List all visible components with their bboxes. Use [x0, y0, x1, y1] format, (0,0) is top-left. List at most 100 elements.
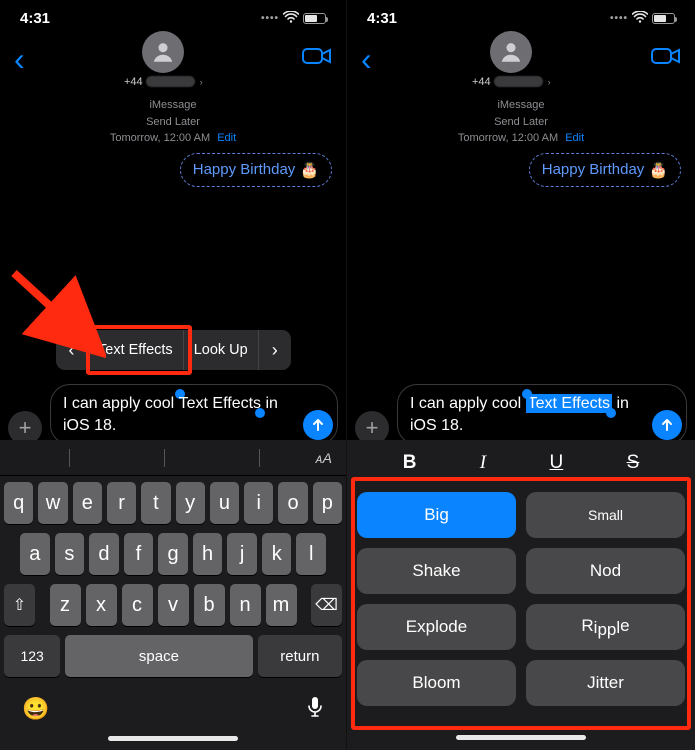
screenshot-left: 4:31 •••• ‹ +44 xxxxx ›	[0, 0, 347, 750]
key-a[interactable]: a	[20, 533, 50, 575]
key-s[interactable]: s	[55, 533, 85, 575]
key-h[interactable]: h	[193, 533, 223, 575]
compose-input[interactable]: I can apply cool Text Effects in iOS 18.	[50, 384, 338, 445]
key-d[interactable]: d	[89, 533, 119, 575]
key-t[interactable]: t	[141, 482, 170, 524]
screenshot-right: 4:31 •••• ‹ +44 xxxxx ›	[347, 0, 695, 750]
key-y[interactable]: y	[176, 482, 205, 524]
key-f[interactable]: f	[124, 533, 154, 575]
compose-selection: Text Effects	[526, 394, 612, 413]
nav-bar: ‹ +44 xxxxx ›	[347, 29, 695, 83]
meta-service: iMessage	[347, 97, 695, 114]
send-button[interactable]	[303, 410, 333, 440]
status-bar: 4:31 ••••	[347, 0, 695, 29]
contact-redacted: xxxxx	[494, 76, 543, 87]
cake-emoji-icon: 🎂	[649, 161, 668, 179]
key-i[interactable]: i	[244, 482, 273, 524]
contact-redacted: xxxxx	[146, 76, 195, 87]
facetime-button[interactable]	[302, 45, 332, 73]
chevron-right-icon: ›	[200, 77, 203, 87]
battery-icon	[652, 13, 675, 24]
mic-key[interactable]	[306, 696, 324, 724]
key-e[interactable]: e	[73, 482, 102, 524]
meta-when-time: 12:00 AM	[512, 132, 558, 144]
bold-button[interactable]: B	[403, 452, 417, 474]
keyboard-candidate-bar: ᴀA	[0, 440, 346, 476]
key-k[interactable]: k	[262, 533, 292, 575]
meta-edit-link[interactable]: Edit	[217, 132, 236, 144]
shift-key[interactable]: ⇧	[4, 584, 35, 626]
key-r[interactable]: r	[107, 482, 136, 524]
home-indicator[interactable]	[108, 736, 238, 741]
scheduled-bubble[interactable]: Happy Birthday 🎂	[529, 153, 681, 187]
key-m[interactable]: m	[266, 584, 297, 626]
contact-header[interactable]: +44 xxxxx ›	[25, 31, 302, 88]
battery-icon	[303, 13, 326, 24]
key-j[interactable]: j	[227, 533, 257, 575]
key-l[interactable]: l	[296, 533, 326, 575]
key-u[interactable]: u	[210, 482, 239, 524]
kbd-row-3: ⇧ zxcvbnm ⌫	[4, 584, 342, 626]
kbd-row-2: asdfghjkl	[4, 533, 342, 575]
contact-prefix: +44	[472, 76, 491, 88]
strike-button[interactable]: S	[627, 452, 640, 474]
cell-dots-icon: ••••	[610, 13, 628, 24]
nav-bar: ‹ +44 xxxxx ›	[0, 29, 346, 83]
compose-input[interactable]: I can apply cool Text Effects in iOS 18.	[397, 384, 687, 445]
back-button[interactable]: ‹	[361, 43, 372, 75]
home-indicator[interactable]	[456, 735, 586, 740]
numbers-key[interactable]: 123	[4, 635, 60, 677]
compose-pre: I can apply cool	[410, 395, 526, 412]
key-g[interactable]: g	[158, 533, 188, 575]
context-lookup-button[interactable]: Look Up	[184, 330, 259, 370]
meta-mode: Send Later	[347, 114, 695, 131]
scheduled-bubble[interactable]: Happy Birthday 🎂	[180, 153, 332, 187]
send-button[interactable]	[652, 410, 682, 440]
key-b[interactable]: b	[194, 584, 225, 626]
selection-handle-end-icon[interactable]	[606, 408, 616, 418]
context-next-button[interactable]: ›	[259, 330, 291, 370]
scheduled-bubble-row: Happy Birthday 🎂	[347, 147, 695, 187]
wifi-icon	[632, 10, 648, 27]
status-time: 4:31	[367, 10, 397, 27]
scheduled-bubble-row: Happy Birthday 🎂	[0, 147, 346, 187]
kbd-row-1: qwertyuiop	[4, 482, 342, 524]
message-meta: iMessage Send Later Tomorrow, 12:00 AM E…	[347, 97, 695, 147]
delete-key[interactable]: ⌫	[311, 584, 342, 626]
underline-button[interactable]: U	[550, 452, 564, 474]
back-button[interactable]: ‹	[14, 43, 25, 75]
selection-handle-end-icon[interactable]	[255, 408, 265, 418]
key-c[interactable]: c	[122, 584, 153, 626]
meta-edit-link[interactable]: Edit	[565, 132, 584, 144]
annotation-highlight	[351, 477, 691, 730]
meta-when-time: 12:00 AM	[164, 132, 210, 144]
avatar	[490, 31, 532, 73]
key-q[interactable]: q	[4, 482, 33, 524]
meta-when-prefix: Tomorrow,	[458, 132, 509, 144]
annotation-arrow	[6, 265, 106, 365]
contact-header[interactable]: +44 xxxxx ›	[372, 31, 651, 88]
selection-handle-start-icon[interactable]	[522, 389, 532, 399]
key-p[interactable]: p	[313, 482, 342, 524]
status-right: ••••	[610, 10, 675, 27]
key-z[interactable]: z	[50, 584, 81, 626]
key-x[interactable]: x	[86, 584, 117, 626]
return-key[interactable]: return	[258, 635, 342, 677]
meta-mode: Send Later	[0, 114, 346, 131]
emoji-key[interactable]: 😀	[22, 696, 49, 724]
compose-pre: I can apply cool	[63, 395, 179, 412]
key-w[interactable]: w	[38, 482, 67, 524]
chevron-right-icon: ›	[548, 77, 551, 87]
key-v[interactable]: v	[158, 584, 189, 626]
status-time: 4:31	[20, 10, 50, 27]
avatar	[142, 31, 184, 73]
contact-prefix: +44	[124, 76, 143, 88]
meta-when-prefix: Tomorrow,	[110, 132, 161, 144]
key-o[interactable]: o	[278, 482, 307, 524]
compose-selection: Text Effects	[179, 395, 261, 412]
space-key[interactable]: space	[65, 635, 252, 677]
facetime-button[interactable]	[651, 45, 681, 73]
italic-button[interactable]: I	[480, 452, 486, 474]
keyboard-aA-icon[interactable]: ᴀA	[316, 450, 332, 466]
key-n[interactable]: n	[230, 584, 261, 626]
